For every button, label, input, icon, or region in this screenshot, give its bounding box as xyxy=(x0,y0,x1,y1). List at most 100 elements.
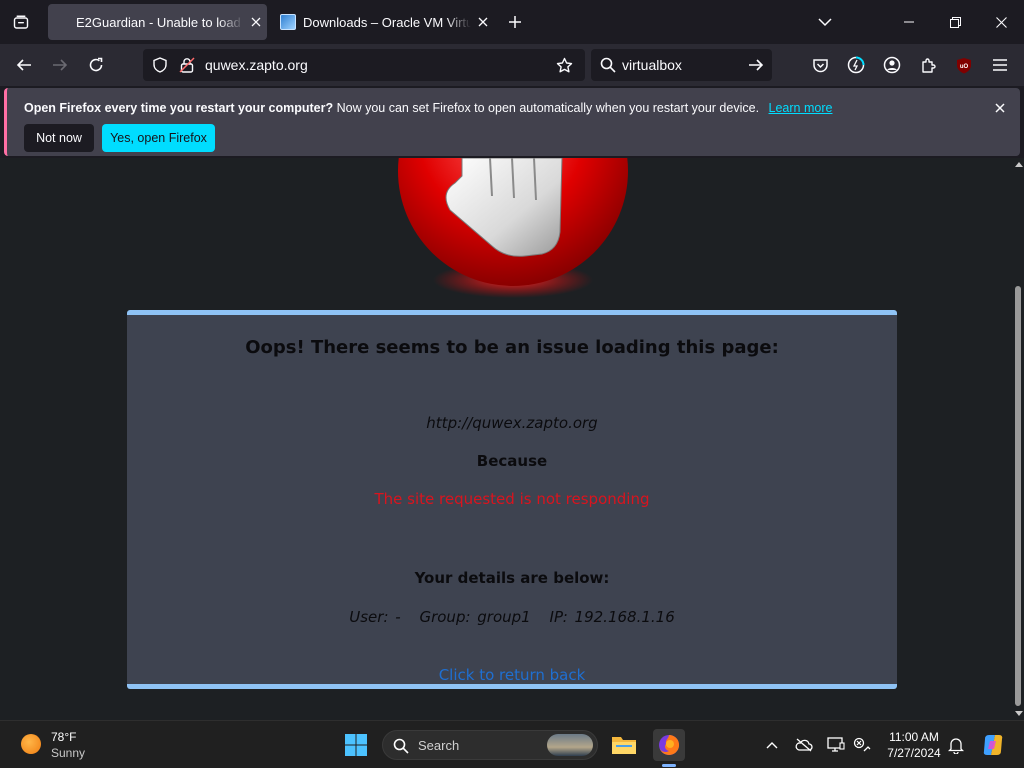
return-back-link[interactable]: Click to return back xyxy=(127,666,897,684)
search-query-text: virtualbox xyxy=(622,57,682,73)
display-tray-button[interactable] xyxy=(826,735,846,755)
notification-message: Open Firefox every time you restart your… xyxy=(24,101,832,115)
scrollbar-thumb[interactable] xyxy=(1015,286,1021,706)
notification-bar: Open Firefox every time you restart your… xyxy=(4,88,1020,156)
because-label: Because xyxy=(476,452,548,470)
copilot-icon xyxy=(983,735,1003,755)
search-bar[interactable]: virtualbox xyxy=(591,49,772,81)
close-window-button[interactable] xyxy=(978,0,1024,44)
notifications-button[interactable] xyxy=(946,735,966,755)
network-disconnected-icon xyxy=(853,737,871,752)
tab-title: Downloads – Oracle VM VirtualBox xyxy=(303,14,471,30)
yes-open-firefox-button[interactable]: Yes, open Firefox xyxy=(102,124,215,152)
weather-temperature[interactable]: 78°F xyxy=(51,730,76,744)
ublock-button[interactable]: uO xyxy=(950,51,978,79)
virtualbox-favicon-icon xyxy=(280,14,296,30)
close-icon xyxy=(995,16,1007,28)
close-icon xyxy=(251,17,261,27)
extensions-button[interactable] xyxy=(914,51,942,79)
restore-button[interactable] xyxy=(932,0,978,44)
puzzle-icon xyxy=(921,57,936,73)
tab-strip: E2Guardian - Unable to load web page Dow… xyxy=(0,0,1024,44)
ip-label: IP: 192.168.1.16 xyxy=(549,608,675,626)
minimize-button[interactable] xyxy=(886,0,932,44)
shield-icon[interactable] xyxy=(152,57,168,73)
sync-circle-icon xyxy=(847,56,865,74)
show-hidden-icons-button[interactable] xyxy=(762,735,782,755)
user-label: User: - xyxy=(349,608,401,626)
scroll-down-arrow-icon[interactable] xyxy=(1015,711,1023,716)
bookmark-star-icon[interactable] xyxy=(556,57,573,74)
block-reason: The site requested is not responding xyxy=(374,490,650,508)
account-button[interactable] xyxy=(878,51,906,79)
details-heading: Your details are below: xyxy=(414,569,610,587)
onedrive-tray-button[interactable] xyxy=(794,735,814,755)
windows-logo-icon xyxy=(345,734,367,756)
error-message-box: Oops! There seems to be an issue loading… xyxy=(127,310,897,689)
reload-button[interactable] xyxy=(82,51,110,79)
app-menu-button[interactable] xyxy=(986,51,1014,79)
copilot-button[interactable] xyxy=(980,732,1006,758)
ublock-origin-icon: uO xyxy=(957,57,971,73)
notification-body-text: Now you can set Firefox to open automati… xyxy=(336,101,760,115)
clock-date: 7/27/2024 xyxy=(887,746,941,760)
system-clock[interactable]: 11:00 AM 7/27/2024 xyxy=(878,729,950,761)
tab-e2guardian[interactable]: E2Guardian - Unable to load web page xyxy=(48,4,267,40)
blocked-url: http://quwex.zapto.org xyxy=(426,414,598,432)
address-bar[interactable]: quwex.zapto.org xyxy=(143,49,585,81)
not-now-button[interactable]: Not now xyxy=(24,124,94,152)
screen: E2Guardian - Unable to load web page Dow… xyxy=(0,0,1024,768)
plus-icon xyxy=(509,16,521,28)
active-app-indicator xyxy=(662,764,676,767)
go-arrow-icon[interactable] xyxy=(748,57,764,73)
folder-icon xyxy=(612,737,636,754)
account-icon xyxy=(883,56,901,74)
notification-close-button[interactable] xyxy=(992,100,1008,116)
file-explorer-button[interactable] xyxy=(608,729,640,761)
pocket-icon xyxy=(812,58,828,72)
network-tray-button[interactable] xyxy=(852,735,872,755)
minimize-icon xyxy=(904,21,914,23)
tab-close-button[interactable] xyxy=(475,14,491,30)
arrow-right-icon xyxy=(53,59,68,71)
start-button[interactable] xyxy=(340,729,372,761)
tab-close-button[interactable] xyxy=(248,14,264,30)
firefox-taskbar-button[interactable] xyxy=(653,729,685,761)
tab-title: E2Guardian - Unable to load web page xyxy=(76,14,244,30)
svg-text:uO: uO xyxy=(960,64,969,70)
search-highlight-image xyxy=(547,734,593,756)
tab-overview-button[interactable] xyxy=(8,9,34,35)
firefox-view-button[interactable] xyxy=(842,51,870,79)
weather-condition[interactable]: Sunny xyxy=(51,746,85,760)
scroll-up-arrow-icon[interactable] xyxy=(1015,162,1023,167)
close-icon xyxy=(478,17,488,27)
taskbar-search-box[interactable]: Search xyxy=(382,730,598,760)
page-scrollbar[interactable] xyxy=(1013,158,1024,720)
list-all-tabs-icon xyxy=(13,15,29,29)
new-tab-button[interactable] xyxy=(502,9,528,35)
notification-bold-text: Open Firefox every time you restart your… xyxy=(24,101,334,115)
forward-button[interactable] xyxy=(46,51,74,79)
group-label: Group: group1 xyxy=(419,608,531,626)
chevron-down-icon xyxy=(818,18,832,27)
page-content: Oops! There seems to be an issue loading… xyxy=(0,158,1013,720)
hamburger-menu-icon xyxy=(993,59,1007,71)
search-icon xyxy=(600,57,616,73)
sun-weather-icon[interactable] xyxy=(21,734,41,754)
url-text: quwex.zapto.org xyxy=(205,57,308,73)
user-details: User: - Group: group1 IP: 192.168.1.16 xyxy=(127,608,897,626)
bell-icon xyxy=(948,737,964,754)
learn-more-link[interactable]: Learn more xyxy=(769,101,833,115)
monitor-icon xyxy=(827,737,845,752)
chevron-up-icon xyxy=(766,742,778,749)
search-icon xyxy=(393,738,409,754)
list-tabs-button[interactable] xyxy=(802,0,848,44)
stop-hand-icon xyxy=(398,158,628,298)
windows-taskbar: 78°F Sunny Search 11:00 AM 7/27/2024 xyxy=(0,720,1024,768)
tab-virtualbox-downloads[interactable]: Downloads – Oracle VM VirtualBox xyxy=(272,4,494,40)
back-button[interactable] xyxy=(10,51,38,79)
pocket-button[interactable] xyxy=(806,51,834,79)
lock-insecure-icon[interactable] xyxy=(179,57,195,73)
cloud-offline-icon xyxy=(795,738,813,752)
firefox-icon xyxy=(659,734,680,755)
